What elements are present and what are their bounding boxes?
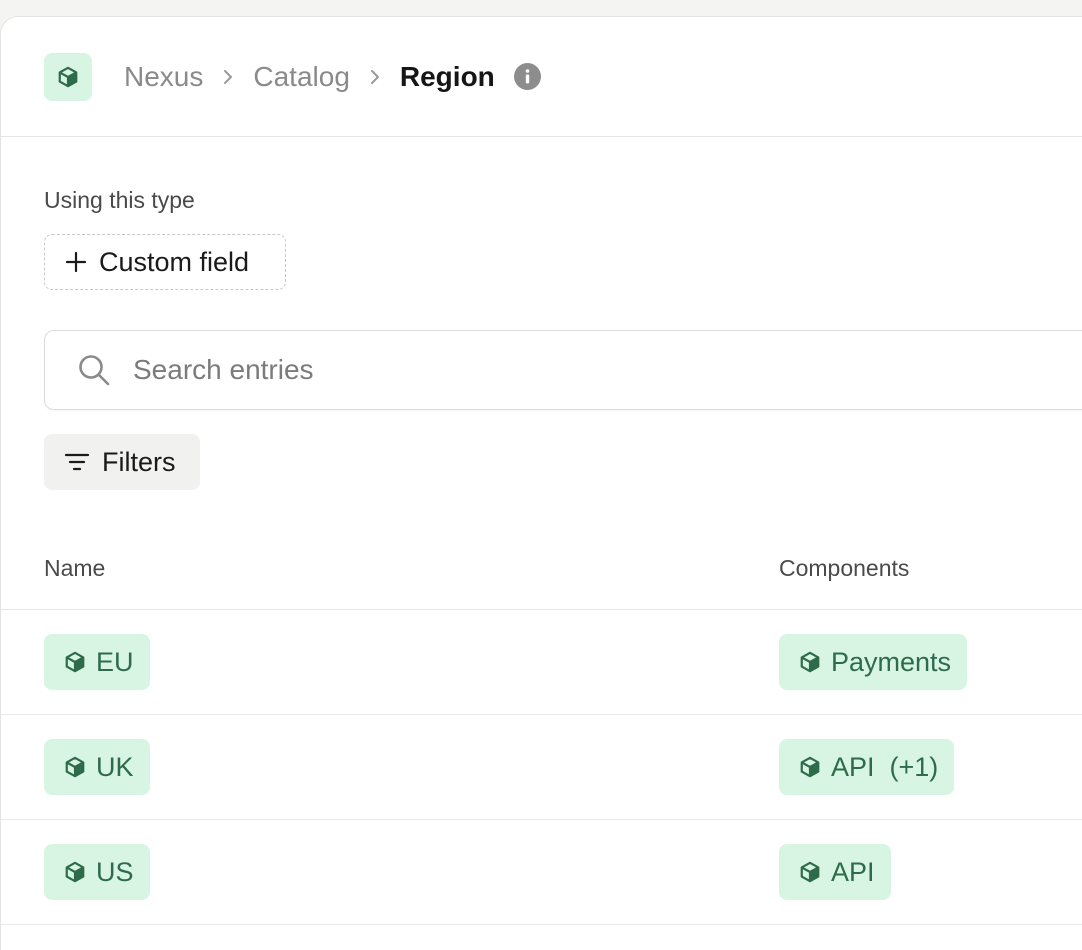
cube-icon [64,756,86,778]
entry-name-pill[interactable]: US [44,844,150,900]
component-name: Payments [831,646,952,677]
breadcrumb-nexus[interactable]: Nexus [124,61,203,93]
component-pill[interactable]: API (+1) [779,739,955,795]
entry-name-pill[interactable]: UK [44,739,150,795]
column-header-components[interactable]: Components [779,555,909,582]
cube-icon [799,756,821,778]
search-icon [77,353,111,387]
table-row[interactable]: US API [1,820,1082,925]
cube-icon [799,861,821,883]
filter-icon [64,451,90,473]
column-header-name[interactable]: Name [44,555,105,582]
component-name: API [831,856,875,887]
cube-icon [64,651,86,673]
entry-name-pill[interactable]: EU [44,634,150,690]
component-pill[interactable]: Payments [779,634,968,690]
add-custom-field-button[interactable]: Custom field [44,234,286,290]
table-row[interactable]: EU Payments [1,610,1082,715]
main-panel: Nexus Catalog Region Using this type Cus… [0,16,1082,950]
breadcrumb-catalog[interactable]: Catalog [253,61,350,93]
breadcrumb-current: Region [399,60,495,92]
component-pill[interactable]: API [779,844,891,900]
chevron-right-icon [203,68,253,86]
using-type-label: Using this type [44,187,195,213]
entry-name: UK [96,751,134,782]
cube-icon [64,861,86,883]
info-icon[interactable] [513,63,541,90]
chevron-right-icon [350,68,400,86]
custom-field-label: Custom field [99,246,250,277]
filters-button[interactable]: Filters [44,434,200,490]
page-header: Nexus Catalog Region [1,17,1082,137]
entry-name: US [96,856,134,887]
search-input[interactable] [133,354,933,386]
component-name: API (+1) [831,751,939,782]
filters-label: Filters [102,446,176,477]
table-header: Name Components [1,537,1082,610]
cube-icon [58,66,78,87]
search-bar[interactable] [44,330,1082,410]
cube-icon [799,651,821,673]
plus-icon [65,251,87,273]
entry-name: EU [96,646,134,677]
entries-table: Name Components EU Payments UK API (+1) … [1,537,1082,925]
table-row[interactable]: UK API (+1) [1,715,1082,820]
catalog-logo[interactable] [44,52,92,101]
